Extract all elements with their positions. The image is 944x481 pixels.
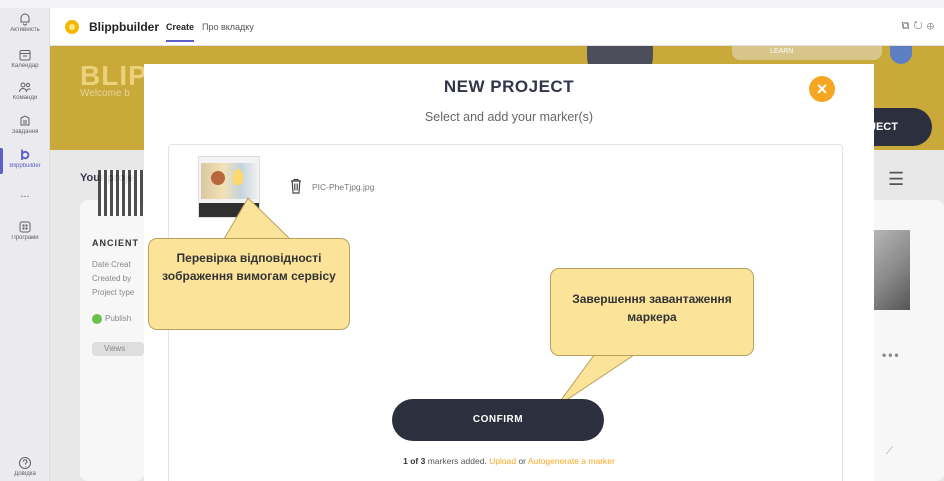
rail-label: Blippbuilder xyxy=(9,163,41,169)
rail-item-assignments[interactable]: Завдання xyxy=(0,114,50,136)
rail-item-teams[interactable]: Команди xyxy=(0,80,50,102)
rail-item-blippbuilder[interactable]: Blippbuilder xyxy=(0,148,50,174)
more-icon: ... xyxy=(20,189,30,200)
meta-type: Project type xyxy=(92,288,135,297)
status-badge: Publish xyxy=(92,314,131,324)
tab-about[interactable]: Про вкладку xyxy=(202,22,254,32)
meta-creator: Created by xyxy=(92,274,132,283)
thumbnail-footer xyxy=(199,203,259,217)
status-text: Publish xyxy=(105,314,132,324)
modal-subtitle: Select and add your marker(s) xyxy=(424,110,594,124)
blippbuilder-icon xyxy=(21,149,30,160)
callout-image-check: Перевірка відповідності зображення вимог… xyxy=(148,238,350,330)
thumbnail-figure xyxy=(211,171,225,185)
app-header: Blippbuilder Create Про вкладку ⧉↻⊕ xyxy=(50,8,944,46)
marker-file-name: PIC-PheTjpg.jpg xyxy=(312,182,375,192)
rail-label: Завдання xyxy=(11,129,39,135)
teams-icon xyxy=(19,82,31,93)
trash-icon[interactable] xyxy=(290,178,302,194)
help-icon xyxy=(19,457,31,469)
confirm-button[interactable]: CONFIRM xyxy=(392,399,604,441)
qr-code xyxy=(98,170,144,216)
or-text: or xyxy=(516,456,528,466)
menu-icon[interactable]: ☰ xyxy=(888,170,904,188)
modal-title: NEW PROJECT xyxy=(443,77,575,96)
popout-icon[interactable]: ⧉ xyxy=(902,20,914,32)
banner-subtitle: Welcome b xyxy=(80,88,130,99)
blippbuilder-logo xyxy=(65,20,79,34)
rail-label: Програми xyxy=(11,235,39,241)
rail-item-help[interactable]: Довідка xyxy=(0,456,50,478)
tab-create[interactable]: Create xyxy=(166,22,195,42)
analytics-icon[interactable]: ⟋ xyxy=(886,446,893,457)
lightbulb-icon xyxy=(233,169,243,185)
teams-app-rail: Активність Календар Команди Завдання Bli… xyxy=(0,8,50,481)
header-actions: ⧉↻⊕ xyxy=(902,20,938,33)
marker-count: 1 of 3 xyxy=(403,456,426,466)
rail-label: Активність xyxy=(10,27,40,33)
views-count: Views xyxy=(92,342,144,356)
apps-icon xyxy=(19,221,31,233)
rail-label: Команди xyxy=(12,95,38,101)
close-button[interactable]: × xyxy=(809,76,835,102)
project-title: ANCIENT xyxy=(92,238,139,248)
status-dot-icon xyxy=(92,314,102,324)
meta-date: Date Creat xyxy=(92,260,131,269)
callout-upload-complete: Завершення завантаження маркера xyxy=(550,268,754,356)
assignments-icon xyxy=(20,115,30,126)
marker-count-note: 1 of 3 markers added. Upload or Autogene… xyxy=(144,456,874,466)
marker-count-text: markers added. xyxy=(425,456,490,466)
rail-item-activity[interactable]: Активність xyxy=(0,12,50,34)
globe-icon[interactable]: ⊕ xyxy=(927,20,938,32)
marker-thumbnail[interactable] xyxy=(198,156,260,218)
thumbnail-scene xyxy=(201,163,257,199)
avatar[interactable] xyxy=(890,46,912,64)
rail-item-more[interactable]: ... xyxy=(0,188,50,200)
bell-icon xyxy=(20,13,30,26)
app-body: BLIPP Welcome b LEARN PROJECT Your proje… xyxy=(50,46,944,481)
autogenerate-link[interactable]: Autogenerate a marker xyxy=(528,456,615,466)
learn-dropdown[interactable]: LEARN xyxy=(732,46,882,60)
new-project-modal: NEW PROJECT Select and add your marker(s… xyxy=(144,64,874,481)
rail-item-calendar[interactable]: Календар xyxy=(0,48,50,70)
app-name: Blippbuilder xyxy=(89,20,159,34)
rail-label: Довідка xyxy=(14,471,36,477)
rail-label: Календар xyxy=(11,63,39,69)
upload-link[interactable]: Upload xyxy=(489,456,516,466)
refresh-icon[interactable]: ↻ xyxy=(914,20,927,32)
rail-item-apps[interactable]: Програми xyxy=(0,220,50,242)
project-meta: Date Creat Created by Project type xyxy=(92,258,134,300)
more-options-icon[interactable]: ••• xyxy=(882,348,901,362)
calendar-icon xyxy=(19,50,31,61)
